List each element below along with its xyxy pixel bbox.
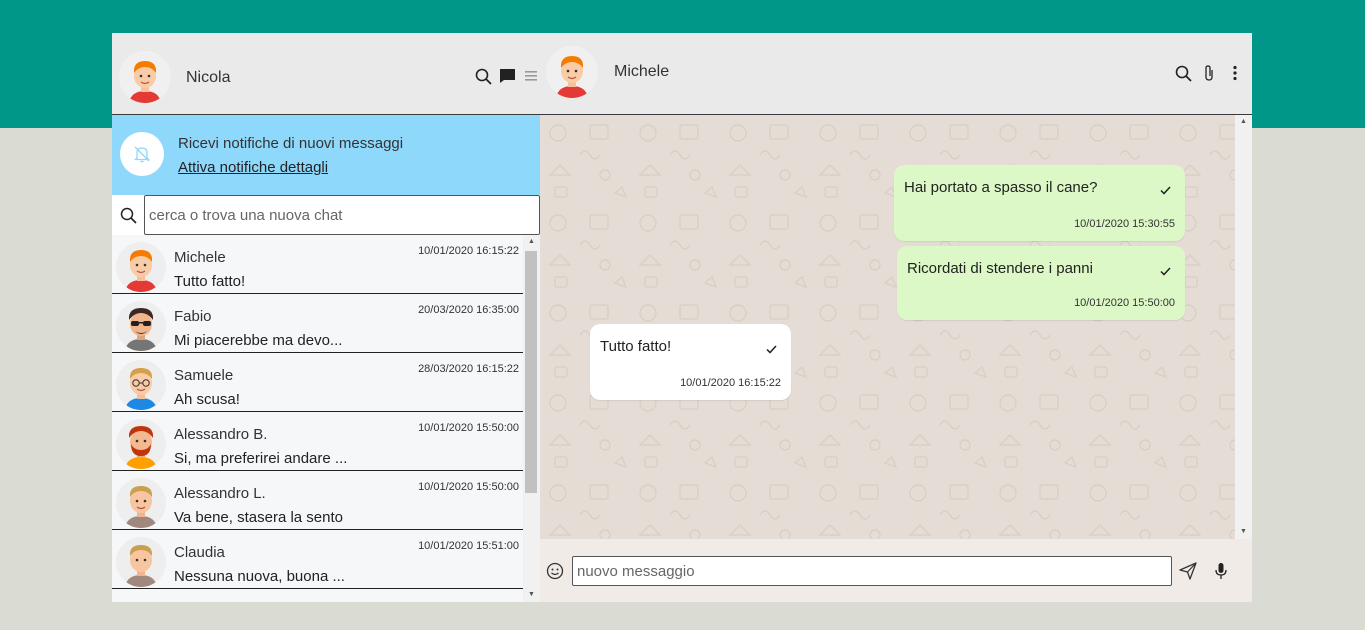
chat-name: Samuele (174, 367, 234, 384)
search-icon[interactable] (1174, 64, 1192, 82)
chat-name: Claudia (174, 544, 225, 561)
conversation-header: Michele (540, 33, 1252, 115)
send-icon[interactable] (1179, 562, 1197, 580)
message-text: Ricordati di stendere i panni (907, 260, 1093, 277)
message-input[interactable] (572, 556, 1172, 586)
avatar (116, 360, 166, 410)
more-vertical-icon[interactable] (1226, 64, 1244, 82)
chat-list: Michele Tutto fatto! 10/01/2020 16:15:22… (112, 235, 540, 602)
chat-name: Fabio (174, 308, 212, 325)
chat-last-message: Va bene, stasera la sento (174, 509, 343, 526)
scroll-up-arrow-icon[interactable]: ▲ (523, 235, 540, 249)
chat-last-message: Ah scusa! (174, 391, 240, 408)
scrollbar-thumb[interactable] (525, 251, 537, 493)
bell-off-icon (120, 132, 164, 176)
check-icon (766, 341, 777, 359)
chat-last-message: Nessuna nuova, buona ... (174, 568, 345, 585)
notification-title: Ricevi notifiche di nuovi messaggi (178, 135, 404, 152)
message-bubble-sent[interactable]: Hai portato a spasso il cane? 10/01/2020… (894, 165, 1185, 241)
notification-banner: Ricevi notifiche di nuovi messaggi Attiv… (112, 115, 540, 195)
mic-icon[interactable] (1212, 562, 1230, 580)
contact-avatar[interactable] (546, 46, 598, 98)
message-bubble-received[interactable]: Tutto fatto! 10/01/2020 16:15:22 (590, 324, 791, 400)
chat-icon[interactable] (498, 67, 516, 85)
chat-item-fabio[interactable]: Fabio Mi piacerebbe ma devo... 20/03/202… (112, 294, 523, 353)
sidebar-actions (474, 67, 540, 85)
chat-date: 20/03/2020 16:35:00 (418, 304, 519, 316)
chat-name: Michele (174, 249, 226, 266)
avatar (116, 419, 166, 469)
message-time: 10/01/2020 15:30:55 (1074, 218, 1175, 230)
chat-app: Nicola Ricevi notifiche di nuovi messagg… (112, 33, 1252, 602)
message-area-scrollbar[interactable]: ▲ ▼ (1235, 115, 1252, 539)
message-time: 10/01/2020 16:15:22 (680, 377, 781, 389)
sidebar: Nicola Ricevi notifiche di nuovi messagg… (112, 33, 540, 602)
avatar (116, 242, 166, 292)
conversation-panel: Michele Hai portato a spasso il cane? 10… (540, 33, 1252, 602)
chat-last-message: Mi piacerebbe ma devo... (174, 332, 343, 349)
chat-item-claudia[interactable]: Claudia Nessuna nuova, buona ... 10/01/2… (112, 530, 523, 589)
sidebar-header: Nicola (112, 33, 540, 115)
chat-item-michele[interactable]: Michele Tutto fatto! 10/01/2020 16:15:22 (112, 235, 523, 294)
chat-last-message: Tutto fatto! (174, 273, 246, 290)
message-area: Hai portato a spasso il cane? 10/01/2020… (540, 115, 1252, 539)
chat-last-message: Si, ma preferirei andare ... (174, 450, 348, 467)
search-icon[interactable] (474, 67, 492, 85)
chat-list-scrollbar[interactable]: ▲ ▼ (523, 235, 540, 602)
message-composer (540, 539, 1252, 602)
scroll-down-arrow-icon[interactable]: ▼ (1235, 525, 1252, 539)
message-time: 10/01/2020 15:50:00 (1074, 297, 1175, 309)
chat-date: 10/01/2020 15:51:00 (418, 540, 519, 552)
search-input[interactable] (144, 195, 540, 235)
chat-name: Alessandro L. (174, 485, 266, 502)
chat-date: 28/03/2020 16:15:22 (418, 363, 519, 375)
avatar (116, 478, 166, 528)
scroll-up-arrow-icon[interactable]: ▲ (1235, 115, 1252, 129)
contact-name: Michele (614, 63, 670, 80)
message-text: Hai portato a spasso il cane? (904, 179, 1098, 196)
emoji-icon[interactable] (546, 562, 564, 580)
avatar (116, 301, 166, 351)
chat-item-alessandro-l[interactable]: Alessandro L. Va bene, stasera la sento … (112, 471, 523, 530)
user-avatar[interactable] (119, 51, 171, 103)
chat-search (112, 195, 540, 235)
chat-name: Alessandro B. (174, 426, 268, 443)
chat-date: 10/01/2020 16:15:22 (418, 245, 519, 257)
message-text: Tutto fatto! (600, 338, 672, 355)
chat-item-samuele[interactable]: Samuele Ah scusa! 28/03/2020 16:15:22 (112, 353, 523, 412)
chat-item-alessandro-b[interactable]: Alessandro B. Si, ma preferirei andare .… (112, 412, 523, 471)
chat-date: 10/01/2020 15:50:00 (418, 422, 519, 434)
user-name: Nicola (186, 69, 231, 86)
message-bubble-sent[interactable]: Ricordati di stendere i panni 10/01/2020… (897, 246, 1185, 320)
check-icon (1160, 182, 1171, 200)
conversation-actions (1174, 64, 1244, 82)
avatar (116, 537, 166, 587)
scroll-down-arrow-icon[interactable]: ▼ (523, 588, 540, 602)
check-icon (1160, 263, 1171, 281)
menu-icon[interactable] (522, 67, 540, 85)
chat-date: 10/01/2020 15:50:00 (418, 481, 519, 493)
enable-notifications-link[interactable]: Attiva notifiche dettagli (178, 159, 328, 176)
paperclip-icon[interactable] (1200, 64, 1218, 82)
search-icon (119, 206, 137, 224)
